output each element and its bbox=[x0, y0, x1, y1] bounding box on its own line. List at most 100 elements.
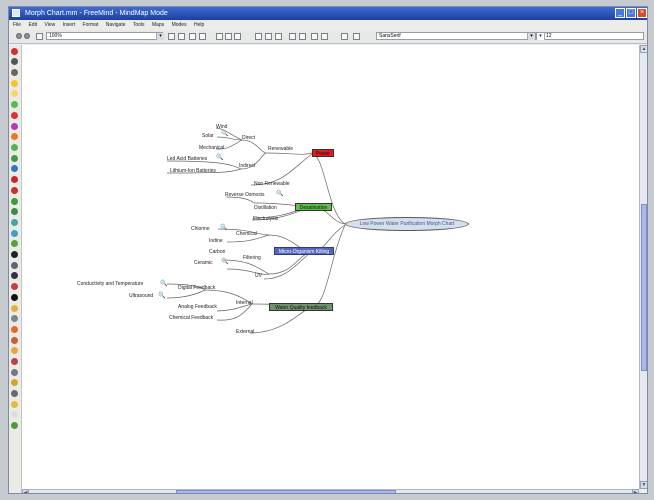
phone-icon[interactable] bbox=[11, 272, 18, 279]
heart-icon[interactable] bbox=[11, 358, 18, 365]
mail-icon[interactable] bbox=[11, 251, 18, 258]
solar-node[interactable]: Solar bbox=[202, 133, 214, 139]
branch-microorganism[interactable]: Micro-Organism Killing bbox=[274, 247, 334, 255]
minimize-button[interactable]: _ bbox=[615, 8, 625, 18]
font-size-select[interactable]: ▾ 12 bbox=[536, 32, 644, 40]
bold-icon[interactable] bbox=[289, 33, 296, 40]
priority-2-icon[interactable] bbox=[11, 133, 18, 140]
branch-desalination[interactable]: Desalination bbox=[295, 203, 332, 211]
ceramic-node[interactable]: Ceramic bbox=[194, 260, 213, 266]
back-button[interactable] bbox=[16, 33, 22, 39]
menu-navigate[interactable]: Navigate bbox=[106, 20, 126, 30]
chevron-down-icon[interactable]: ▾ bbox=[527, 33, 535, 40]
mind-map-canvas[interactable]: Low Power Water Purification Morph Chart… bbox=[22, 45, 639, 489]
idea-icon[interactable] bbox=[11, 90, 18, 97]
font-family-select[interactable]: SansSerif ▾ bbox=[376, 32, 536, 40]
font-icon[interactable] bbox=[11, 390, 18, 397]
menu-view[interactable]: View bbox=[44, 20, 55, 30]
scroll-left-icon[interactable]: ◀ bbox=[22, 489, 29, 493]
menu-insert[interactable]: Insert bbox=[63, 20, 76, 30]
expand-icon[interactable] bbox=[341, 33, 348, 40]
sun-icon[interactable] bbox=[11, 401, 18, 408]
menu-tools[interactable]: Tools bbox=[133, 20, 145, 30]
cancel-icon[interactable] bbox=[11, 112, 18, 119]
magnifier-tool-icon[interactable] bbox=[11, 369, 18, 376]
analog-feedback-node[interactable]: Analog Feedback bbox=[178, 304, 217, 310]
copy-icon[interactable] bbox=[225, 33, 232, 40]
wizard-icon[interactable] bbox=[11, 347, 18, 354]
arrow-up-icon[interactable] bbox=[11, 219, 18, 226]
horizontal-scrollbar[interactable]: ◀ ▶ bbox=[22, 489, 639, 493]
paste-icon[interactable] bbox=[234, 33, 241, 40]
warning-icon[interactable] bbox=[11, 80, 18, 87]
lithium-node[interactable]: Lithium-Ion Batteries bbox=[170, 168, 216, 174]
collapse-icon[interactable] bbox=[353, 33, 360, 40]
menu-format[interactable]: Format bbox=[83, 20, 99, 30]
cut-icon[interactable] bbox=[216, 33, 223, 40]
zoom-select[interactable]: 100% ▾ bbox=[46, 32, 164, 40]
scroll-down-icon[interactable]: ▼ bbox=[640, 481, 647, 489]
distillation-node[interactable]: Distillation bbox=[254, 205, 277, 211]
non-renewable-node[interactable]: Non Renewable bbox=[254, 181, 290, 187]
reverse-osmosis-node[interactable]: Reverse Osmosis bbox=[225, 192, 264, 198]
remove-icon[interactable] bbox=[11, 48, 18, 55]
forward-button[interactable] bbox=[24, 33, 30, 39]
priority-5-icon[interactable] bbox=[11, 165, 18, 172]
save-icon[interactable] bbox=[189, 33, 196, 40]
menu-modes[interactable]: Modes bbox=[172, 20, 187, 30]
document-icon[interactable] bbox=[36, 33, 43, 40]
lead-acid-node[interactable]: Led Acid Batteries bbox=[167, 156, 207, 162]
home-icon[interactable] bbox=[11, 326, 18, 333]
branch-water-quality[interactable]: Water Quality feedback bbox=[269, 303, 333, 311]
carbon-node[interactable]: Carbon bbox=[209, 249, 225, 255]
key-icon[interactable] bbox=[11, 305, 18, 312]
arrow-left-icon[interactable] bbox=[11, 208, 18, 215]
mechanical-node[interactable]: Mechanical bbox=[199, 145, 224, 151]
priority-6-icon[interactable] bbox=[11, 176, 18, 183]
hourglass-icon[interactable] bbox=[11, 411, 18, 418]
flag-icon[interactable] bbox=[11, 240, 18, 247]
clock-icon[interactable] bbox=[11, 262, 18, 269]
link-icon[interactable] bbox=[265, 33, 272, 40]
cloud-icon[interactable] bbox=[321, 33, 328, 40]
external-node[interactable]: External bbox=[236, 329, 254, 335]
priority-3-icon[interactable] bbox=[11, 144, 18, 151]
iodine-node[interactable]: Iodine bbox=[209, 238, 223, 244]
pencil-icon[interactable] bbox=[11, 294, 18, 301]
arrow-right-icon[interactable] bbox=[11, 198, 18, 205]
scroll-up-icon[interactable]: ▲ bbox=[640, 45, 647, 53]
new-map-icon[interactable] bbox=[168, 33, 175, 40]
folder-icon[interactable] bbox=[11, 315, 18, 322]
wind-node[interactable]: Wind bbox=[216, 124, 227, 130]
italic-icon[interactable] bbox=[299, 33, 306, 40]
menu-maps[interactable]: Maps bbox=[152, 20, 164, 30]
priority-1-icon[interactable] bbox=[11, 123, 18, 130]
menu-edit[interactable]: Edit bbox=[28, 20, 37, 30]
bookmark-icon[interactable] bbox=[11, 422, 18, 429]
renewable-node[interactable]: Renewable bbox=[268, 146, 293, 152]
internal-node[interactable]: Internal bbox=[236, 300, 253, 306]
star-icon[interactable] bbox=[11, 379, 18, 386]
open-folder-icon[interactable] bbox=[178, 33, 185, 40]
save-as-icon[interactable] bbox=[199, 33, 206, 40]
conductivity-node[interactable]: Conductivity and Temperature bbox=[77, 281, 143, 287]
close-button[interactable]: × bbox=[637, 8, 647, 18]
menu-help[interactable]: Help bbox=[194, 20, 204, 30]
question-icon[interactable] bbox=[11, 69, 18, 76]
vertical-scrollbar[interactable]: ▲ ▼ bbox=[639, 45, 647, 489]
node-icon[interactable] bbox=[255, 33, 262, 40]
maximize-button[interactable]: □ bbox=[626, 8, 636, 18]
bulb-icon[interactable] bbox=[275, 33, 282, 40]
chevron-down-icon[interactable]: ▾ bbox=[156, 33, 164, 40]
ultrasound-node[interactable]: Ultrasound bbox=[129, 293, 153, 299]
digital-feedback-node[interactable]: Digital Feedback bbox=[178, 285, 215, 291]
direct-node[interactable]: Direct bbox=[242, 135, 255, 141]
filtering-node[interactable]: Filtering bbox=[243, 255, 261, 261]
arrow-down-icon[interactable] bbox=[11, 230, 18, 237]
bell-icon[interactable] bbox=[11, 337, 18, 344]
chlorine-node[interactable]: Chlorine bbox=[191, 226, 210, 232]
root-node[interactable]: Low Power Water Purification Morph Chart bbox=[345, 217, 469, 231]
uv-node[interactable]: UV bbox=[255, 273, 262, 279]
branch-power[interactable]: Power bbox=[312, 149, 334, 157]
edge-icon[interactable] bbox=[311, 33, 318, 40]
